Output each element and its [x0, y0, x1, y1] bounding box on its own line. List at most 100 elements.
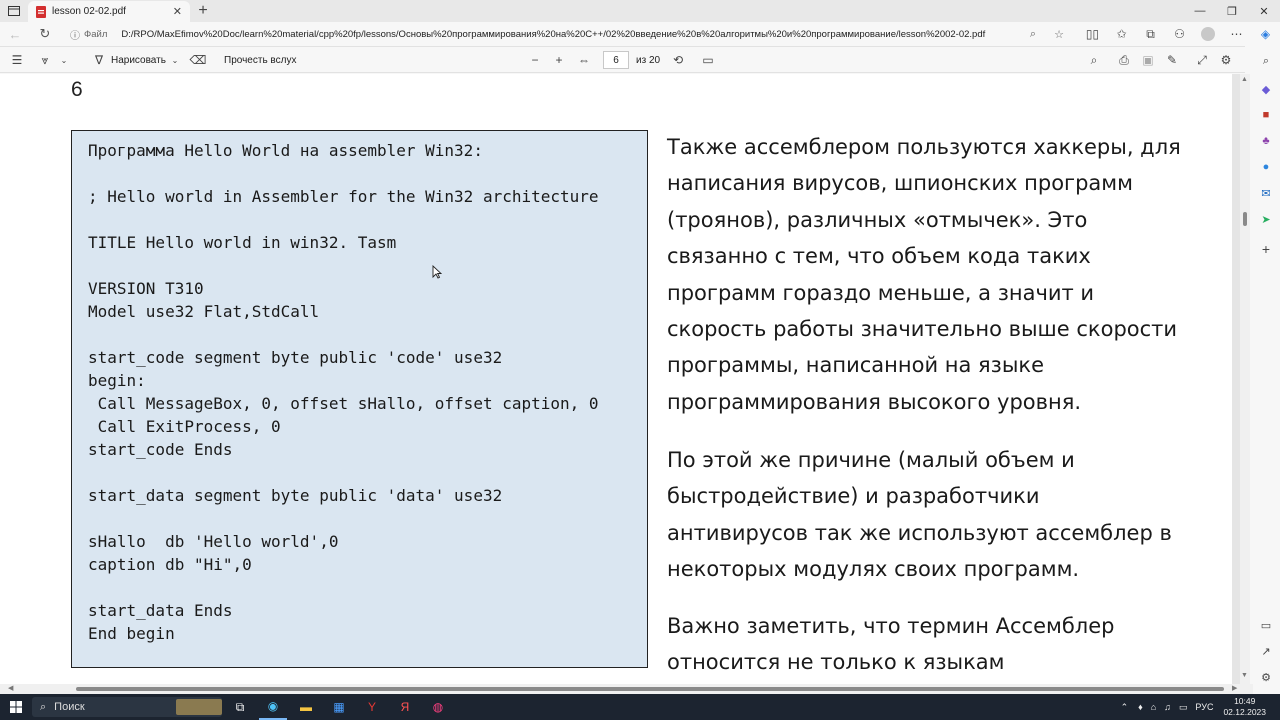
- code-line: start_code Ends: [88, 440, 233, 459]
- microphone-icon[interactable]: ♦: [1138, 702, 1143, 712]
- split-screen-icon[interactable]: ▯▯: [1078, 22, 1107, 46]
- code-line: End begin: [88, 624, 175, 643]
- more-menu-icon[interactable]: ⋯: [1222, 22, 1251, 46]
- start-windows-icon[interactable]: [6, 694, 26, 720]
- copilot-icon[interactable]: ◈: [1251, 22, 1280, 46]
- print-icon[interactable]: ⎙: [1115, 47, 1133, 73]
- scroll-up-icon[interactable]: ▲: [1241, 76, 1248, 83]
- address-label: Файл: [84, 28, 108, 40]
- zoom-in-icon[interactable]: +: [550, 47, 568, 73]
- favorite-star-icon[interactable]: ☆: [1046, 28, 1072, 41]
- code-block: Программа Hello World на assembler Win32…: [71, 130, 648, 668]
- sidebar-external-icon[interactable]: ↗: [1259, 644, 1273, 658]
- extensions-icon[interactable]: ⚇: [1165, 22, 1194, 46]
- battery-icon[interactable]: ▭: [1179, 702, 1188, 713]
- maximize-icon[interactable]: ❐: [1216, 0, 1248, 22]
- highlight-dropdown-icon[interactable]: ⌄: [55, 47, 73, 73]
- media-app-icon[interactable]: ◍: [424, 694, 452, 720]
- sidebar-add-icon[interactable]: +: [1259, 241, 1273, 257]
- horizontal-scroll-thumb[interactable]: [76, 687, 1224, 691]
- sidebar-tools-icon[interactable]: ■: [1259, 108, 1273, 122]
- pdf-settings-gear-icon[interactable]: ⚙: [1217, 47, 1235, 73]
- tab-actions-icon[interactable]: [0, 0, 28, 22]
- sidebar-m365-icon[interactable]: ●: [1259, 160, 1273, 174]
- save-icon[interactable]: ▣: [1139, 47, 1157, 73]
- code-line: start_code segment byte public 'code' us…: [88, 348, 503, 367]
- info-icon[interactable]: ⓘ: [70, 27, 80, 42]
- browser-tab-pdf[interactable]: lesson 02-02.pdf ✕: [28, 1, 190, 22]
- vertical-scrollbar[interactable]: ▲ ▼: [1240, 74, 1250, 684]
- page-total: из 20: [636, 54, 661, 66]
- draw-dropdown-icon[interactable]: ⌄: [166, 47, 184, 73]
- profile-avatar[interactable]: [1201, 27, 1215, 41]
- favorites-icon[interactable]: ✩: [1107, 22, 1136, 46]
- clock[interactable]: 10:49 02.12.2023: [1223, 696, 1266, 718]
- horizontal-scrollbar[interactable]: ◀ ▶: [0, 684, 1253, 694]
- sidebar-settings-icon[interactable]: ⚙: [1259, 670, 1273, 684]
- fit-page-icon[interactable]: ⇔: [575, 47, 593, 73]
- code-line: caption db "Hi",0: [88, 555, 252, 574]
- highlight-icon[interactable]: ⩔: [36, 47, 54, 73]
- tab-close-icon[interactable]: ✕: [173, 5, 182, 18]
- code-line: begin:: [88, 371, 146, 390]
- draw-button[interactable]: Нарисовать: [111, 47, 166, 73]
- volume-icon[interactable]: ♫: [1164, 702, 1171, 712]
- tray-overflow-icon[interactable]: ⌃: [1121, 702, 1129, 713]
- address-bar: ← ↻ ⓘ Файл D:/RPO/MaxEfimov%20Doc/learn%…: [0, 22, 1280, 46]
- minimize-icon[interactable]: —: [1184, 0, 1216, 22]
- sidebar-shopping-icon[interactable]: ◆: [1259, 82, 1273, 96]
- find-icon[interactable]: ⌕: [1085, 47, 1103, 73]
- rotate-icon[interactable]: ⟲: [669, 47, 687, 73]
- sidebar-outlook-icon[interactable]: ✉: [1259, 186, 1273, 200]
- windows-taskbar: ⌕ Поиск ⧉ ◉ ▬ ▦ Y Я ◍ ⌃ ♦ ⌂ ♫ ▭ РУС 10:4…: [0, 694, 1280, 720]
- window-controls: — ❐ ✕: [1184, 0, 1280, 22]
- vertical-scroll-thumb[interactable]: [1243, 212, 1247, 226]
- yandex-app-icon[interactable]: Я: [391, 694, 419, 720]
- scroll-down-icon[interactable]: ▼: [1241, 672, 1248, 679]
- back-icon[interactable]: ←: [0, 27, 30, 42]
- store-app-icon[interactable]: ▦: [325, 694, 353, 720]
- search-icon: ⌕: [40, 700, 47, 713]
- pdf-file-icon: [36, 5, 46, 18]
- code-line: VERSION T310: [88, 279, 204, 298]
- yandex-browser-icon[interactable]: Y: [358, 694, 386, 720]
- read-aloud-button[interactable]: Прочесть вслух: [224, 47, 296, 73]
- url-field[interactable]: ⓘ Файл D:/RPO/MaxEfimov%20Doc/learn%20ma…: [70, 24, 1072, 44]
- clock-date: 02.12.2023: [1223, 707, 1266, 717]
- fullscreen-icon[interactable]: ⤢: [1193, 47, 1211, 73]
- pdf-viewer[interactable]: 6 Программа Hello World на assembler Win…: [0, 74, 1245, 684]
- clock-time: 10:49: [1234, 696, 1256, 706]
- mouse-cursor-icon: [432, 265, 442, 279]
- collections-icon[interactable]: ⧉: [1136, 22, 1165, 46]
- network-icon[interactable]: ⌂: [1151, 702, 1156, 712]
- zoom-out-icon[interactable]: −: [526, 47, 544, 73]
- window-close-icon[interactable]: ✕: [1248, 0, 1280, 22]
- zoom-icon[interactable]: ⌕: [1020, 28, 1046, 41]
- page-view-icon[interactable]: ▭: [699, 47, 717, 73]
- page-number-input[interactable]: 6: [603, 51, 629, 69]
- eraser-icon[interactable]: ⌫: [189, 47, 207, 73]
- url-text[interactable]: D:/RPO/MaxEfimov%20Doc/learn%20material/…: [121, 29, 1020, 40]
- sidebar-games-icon[interactable]: ♣: [1259, 134, 1273, 148]
- draw-icon[interactable]: ∇: [90, 47, 108, 73]
- code-line: Программа Hello World на assembler Win32…: [88, 141, 483, 160]
- sidebar-send-icon[interactable]: ➤: [1259, 212, 1273, 226]
- refresh-icon[interactable]: ↻: [30, 26, 60, 42]
- code-line: start_data segment byte public 'data' us…: [88, 486, 503, 505]
- system-tray: ⌃ ♦ ⌂ ♫ ▭ РУС 10:49 02.12.2023: [1115, 694, 1280, 720]
- taskbar-search[interactable]: ⌕ Поиск: [32, 697, 222, 717]
- paragraph: Также ассемблером пользуются хаккеры, дл…: [667, 135, 1181, 414]
- scroll-left-icon[interactable]: ◀: [8, 684, 13, 692]
- explorer-app-icon[interactable]: ▬: [292, 694, 320, 720]
- sidebar-split-icon[interactable]: ▭: [1259, 618, 1273, 632]
- contents-icon[interactable]: ☰: [8, 47, 26, 73]
- sidebar-search-icon[interactable]: ⌕: [1259, 54, 1273, 68]
- scroll-right-icon[interactable]: ▶: [1232, 684, 1237, 692]
- save-as-icon[interactable]: ✎: [1163, 47, 1181, 73]
- code-line: TITLE Hello world in win32. Tasm: [88, 233, 397, 252]
- new-tab-icon[interactable]: +: [190, 0, 216, 22]
- edge-app-icon[interactable]: ◉: [259, 694, 287, 720]
- edge-sidebar: ⌕ ◆ ■ ♣ ● ✉ ➤ + ▭ ↗ ⚙: [1253, 46, 1280, 684]
- task-view-icon[interactable]: ⧉: [226, 694, 254, 720]
- language-indicator[interactable]: РУС: [1195, 702, 1213, 712]
